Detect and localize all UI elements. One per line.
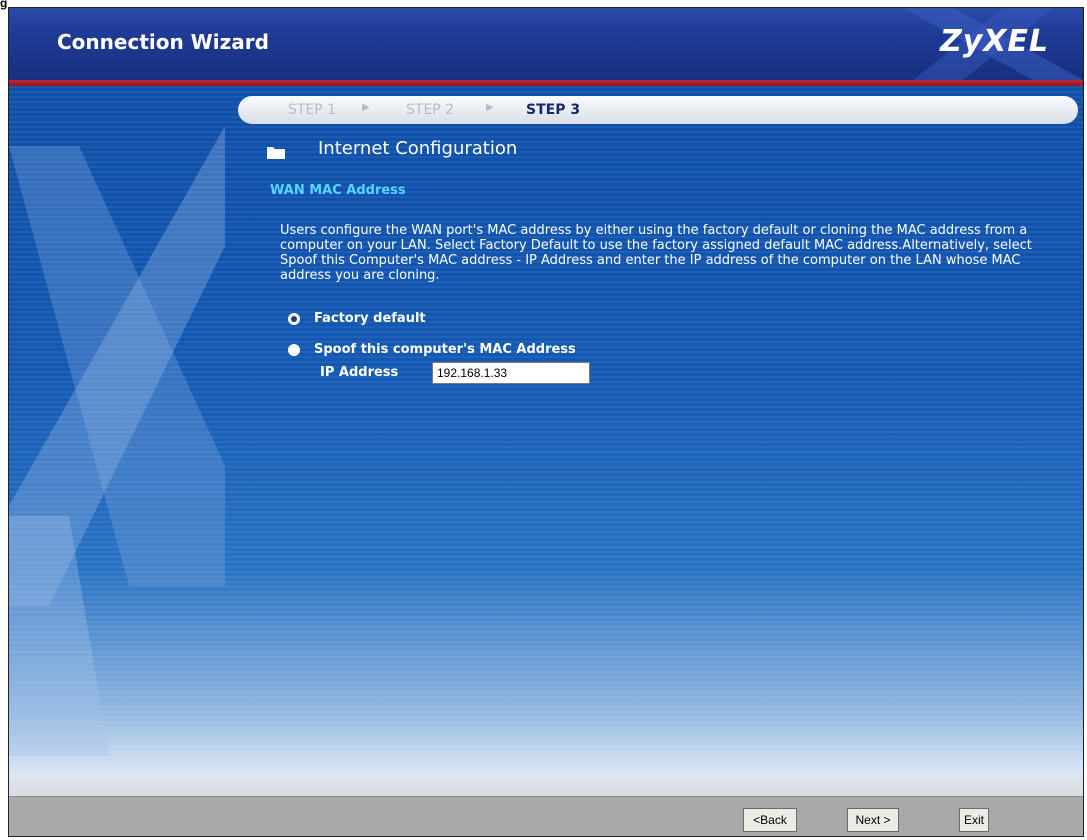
- wizard-window: Connection Wizard ZyXEL <Back Next > Exi…: [8, 7, 1084, 837]
- subsection-title: WAN MAC Address: [270, 183, 406, 198]
- footer-bar: <Back Next > Exit: [9, 778, 1083, 836]
- factory-default-label: Factory default: [314, 311, 426, 326]
- description-text: Users configure the WAN port's MAC addre…: [280, 223, 1032, 283]
- figure-caption: g: [0, 0, 8, 10]
- spoof-mac-option[interactable]: Spoof this computer's MAC Address: [288, 342, 576, 357]
- ip-address-input[interactable]: [432, 362, 590, 384]
- step-1-label: STEP 1: [288, 102, 337, 118]
- zyxel-logo: ZyXEL: [939, 24, 1049, 59]
- folder-icon: [267, 147, 285, 159]
- spoof-mac-label: Spoof this computer's MAC Address: [314, 342, 576, 357]
- step-3-label: STEP 3: [526, 102, 581, 118]
- header-bar: Connection Wizard ZyXEL: [9, 8, 1083, 80]
- exit-button[interactable]: Exit: [959, 808, 989, 832]
- button-band: [9, 796, 1083, 836]
- factory-default-option[interactable]: Factory default: [288, 311, 426, 326]
- section-title: Internet Configuration: [318, 138, 518, 159]
- step-2-label: STEP 2: [406, 102, 455, 118]
- factory-default-radio[interactable]: [288, 312, 300, 325]
- step-arrow-icon: ▶: [362, 102, 370, 113]
- ip-address-label: IP Address: [320, 365, 399, 380]
- decorative-x-graphic: [9, 126, 225, 756]
- content-area: [9, 86, 1083, 778]
- spoof-mac-radio[interactable]: [288, 343, 300, 356]
- back-button[interactable]: <Back: [743, 808, 797, 832]
- window-title: Connection Wizard: [57, 30, 269, 54]
- step-arrow-icon: ▶: [486, 102, 494, 113]
- next-button[interactable]: Next >: [847, 808, 899, 832]
- step-progress-bar: STEP 1 ▶ STEP 2 ▶ STEP 3: [238, 96, 1078, 124]
